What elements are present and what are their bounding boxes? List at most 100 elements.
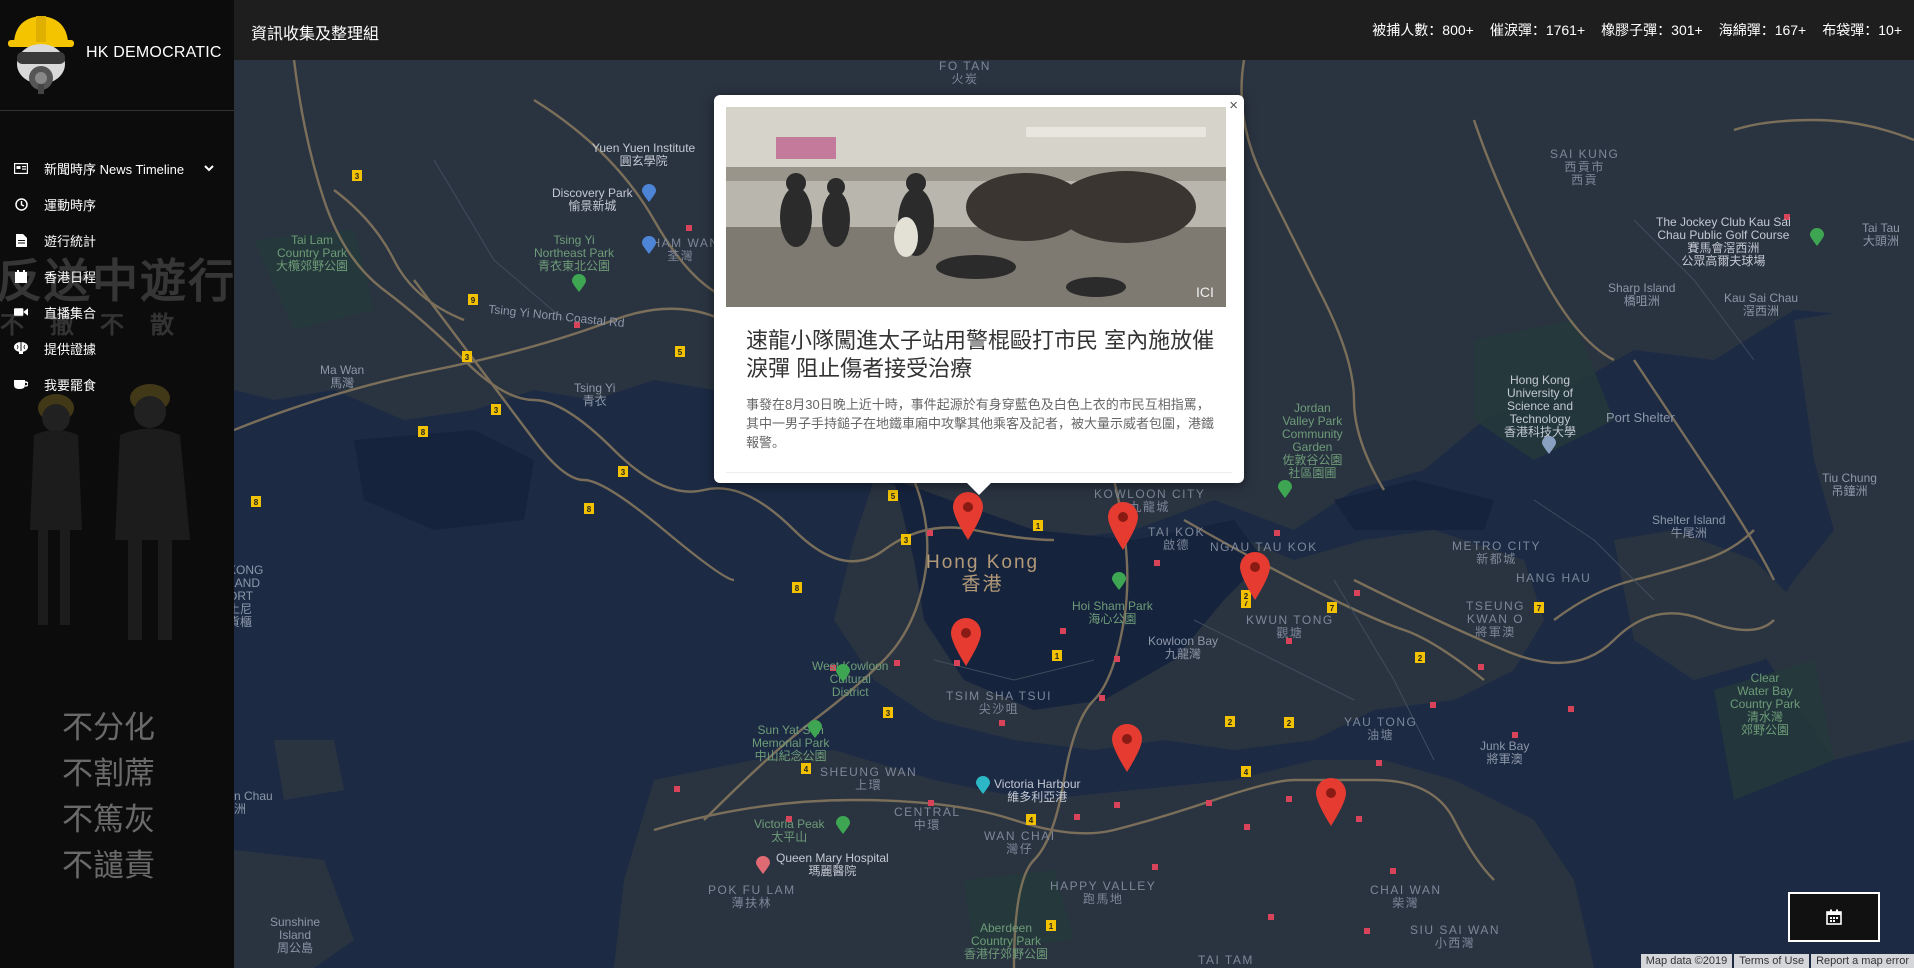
park-pin-icon[interactable]	[1278, 480, 1292, 498]
poi-pin-icon[interactable]	[1542, 436, 1556, 454]
chevron-down-icon[interactable]	[204, 161, 214, 176]
map-label-sharp-island: Sharp Island 橋咀洲	[1608, 281, 1676, 308]
map-label-aberdeen: Aberdeen Country Park 香港仔郊野公園	[964, 921, 1049, 961]
sidebar-item-news-timeline[interactable]: 新聞時序 News Timeline	[0, 150, 234, 186]
sidebar-item-label: 遊行統計	[44, 233, 97, 249]
event-pin-icon[interactable]	[1108, 502, 1138, 550]
motto-line: 不篤灰	[62, 802, 155, 837]
svg-text:8: 8	[587, 505, 592, 514]
stat-bean-bag-rounds: 布袋彈：10+	[1822, 22, 1902, 38]
svg-text:8: 8	[421, 428, 426, 437]
divider	[726, 472, 1232, 473]
svg-text:5: 5	[678, 348, 683, 357]
news-photo-illustration: ICI	[726, 107, 1226, 307]
brain-icon	[14, 341, 28, 355]
close-icon[interactable]: ×	[1229, 97, 1238, 114]
motto-line: 不分化	[62, 710, 155, 745]
stat-sponge-rounds: 海綿彈：167+	[1718, 22, 1807, 38]
sidebar-item-movement-timeline[interactable]: 運動時序	[0, 186, 234, 222]
map-label-kowloon-bay: Kowloon Bay 九龍灣	[1148, 634, 1219, 661]
stat-rubber-bullets: 橡膠子彈：301+	[1601, 22, 1703, 38]
protester-figures-illustration	[30, 384, 190, 640]
stat-tear-gas: 催淚彈：1761+	[1489, 22, 1586, 38]
svg-text:ICI: ICI	[1196, 284, 1214, 300]
news-title: 速龍小隊闖進太子站用警棍毆打市民 室內施放催淚彈 阻止傷者接受治療	[746, 328, 1215, 381]
map-label-kowloon-port: KONGLANDORT土尼貨櫃	[234, 563, 264, 629]
svg-text:3: 3	[355, 172, 360, 181]
poi-pin-icon[interactable]	[642, 236, 656, 254]
map-label-victoria-harbour: Victoria Harbour 維多利亞港	[994, 777, 1081, 804]
sidebar-item-label: 直播集合	[44, 305, 97, 321]
sidebar: HK DEMOCRATIC 反送中遊行 不撤不散 新聞時序 News Timel…	[0, 0, 234, 968]
map-label-ma-wan: Ma Wan 馬灣	[320, 363, 365, 390]
map-data-credit: Map data ©2019	[1640, 954, 1733, 968]
svg-text:9: 9	[471, 296, 476, 305]
svg-text:3: 3	[886, 709, 891, 718]
map-label-tai-kok: TAI KOK 啟德	[1148, 525, 1205, 552]
sidebar-item-hk-schedule[interactable]: 香港日程	[0, 258, 234, 294]
map-label-port-shelter: Port Shelter	[1606, 410, 1675, 425]
map-label-discovery-park: Discovery Park 愉景新城	[552, 186, 633, 213]
terms-of-use-link[interactable]: Terms of Use	[1734, 954, 1810, 968]
sidebar-item-provide-evidence[interactable]: 提供證據	[0, 330, 234, 366]
brand[interactable]: HK DEMOCRATIC	[0, 0, 234, 111]
map-label-hang-hau: HANG HAU	[1516, 571, 1592, 585]
map-label-kau-sai-chau: Kau Sai Chau 滘西洲	[1724, 291, 1799, 318]
map-label-kwun-tong: KWUN TONG 觀塘	[1246, 613, 1334, 640]
map-label-west-kowloon: West Kowloon Cultural District	[812, 659, 889, 699]
svg-text:4: 4	[804, 765, 809, 774]
map-label-sheung-wan: SHEUNG WAN 上環	[820, 765, 918, 792]
report-map-error-link[interactable]: Report a map error	[1811, 954, 1914, 968]
video-icon	[14, 305, 28, 319]
event-pin-icon[interactable]	[951, 618, 981, 666]
map-label-victoria-peak: Victoria Peak 太平山	[754, 817, 825, 844]
map-label-jordan-valley: Jordan Valley Park Community Garden 佐敦谷公園 社區園…	[1282, 401, 1343, 480]
event-pin-icon[interactable]	[953, 492, 983, 540]
harbour-pin-icon[interactable]	[976, 776, 990, 794]
map-label-wan-chai: WAN CHAI 灣仔	[984, 829, 1056, 856]
park-pin-icon[interactable]	[1810, 228, 1824, 246]
event-pin-icon[interactable]	[1240, 552, 1270, 600]
calendar-button[interactable]	[1788, 892, 1880, 942]
svg-text:1: 1	[1049, 922, 1054, 931]
svg-text:1: 1	[1036, 522, 1041, 531]
news-photo[interactable]: ICI	[726, 107, 1226, 307]
map-attribution: Map data ©2019 Terms of Use Report a map…	[1639, 954, 1914, 968]
svg-text:8: 8	[254, 498, 259, 507]
map-label-sai-kung: SAI KUNG 西貢市 西貢	[1550, 147, 1620, 187]
top-bar: 資訊收集及整理組 被捕人數：800+ 催淚彈：1761+ 橡膠子彈：301+ 海…	[234, 0, 1914, 60]
stat-arrests: 被捕人數：800+	[1372, 22, 1474, 38]
svg-text:4: 4	[1244, 768, 1249, 777]
event-pin-icon[interactable]	[1112, 724, 1142, 772]
park-pin-icon[interactable]	[1112, 572, 1126, 590]
map-label-jockey-club: The Jockey Club Kau Sai Chau Public Golf …	[1656, 215, 1791, 268]
park-pin-icon[interactable]	[572, 274, 586, 292]
park-pin-icon[interactable]	[836, 664, 850, 682]
map-label-sunshine-island: Sunshine Island 周公島	[270, 915, 321, 955]
news-summary: 事發在8月30日晚上近十時，事件起源於有身穿藍色及白色上衣的市民互相指罵，其中一…	[746, 397, 1215, 450]
brand-name: HK DEMOCRATIC	[86, 44, 222, 61]
svg-text:7: 7	[1537, 604, 1542, 613]
svg-text:2: 2	[1287, 719, 1292, 728]
svg-text:3: 3	[904, 536, 909, 545]
map-label-happy-valley: HAPPY VALLEY 跑馬地	[1050, 879, 1157, 906]
map-label-hoi-sham-park: Hoi Sham Park 海心公園	[1072, 599, 1153, 626]
event-pin-icon[interactable]	[1316, 778, 1346, 826]
map-label-yuen-yuen: Yuen Yuen Institute 圓玄學院	[592, 141, 696, 168]
poi-pin-icon[interactable]	[642, 184, 656, 202]
calendar-icon	[1826, 909, 1842, 925]
map-label-tseung-kwan-o: TSEUNG KWAN O 將軍澳	[1466, 599, 1526, 639]
document-icon	[14, 233, 28, 247]
sidebar-item-live-streams[interactable]: 直播集合	[0, 294, 234, 330]
sidebar-item-march-stats[interactable]: 遊行統計	[0, 222, 234, 258]
map-label-tsim-sha-tsui: TSIM SHA TSUI 尖沙咀	[946, 689, 1052, 716]
calendar-icon	[14, 269, 28, 283]
map-label-tsing-yi-np: Tsing Yi Northeast Park 青衣東北公園	[534, 233, 615, 273]
park-pin-icon[interactable]	[836, 816, 850, 834]
svg-text:7: 7	[1330, 604, 1335, 613]
svg-text:3: 3	[621, 468, 626, 477]
map-label-tai-tau: Tai Tau 大頭洲	[1862, 221, 1900, 248]
hospital-pin-icon[interactable]	[756, 856, 770, 874]
park-pin-icon[interactable]	[808, 720, 822, 738]
map-label-tiu-chung: Tiu Chung 吊鐘洲	[1822, 471, 1877, 498]
